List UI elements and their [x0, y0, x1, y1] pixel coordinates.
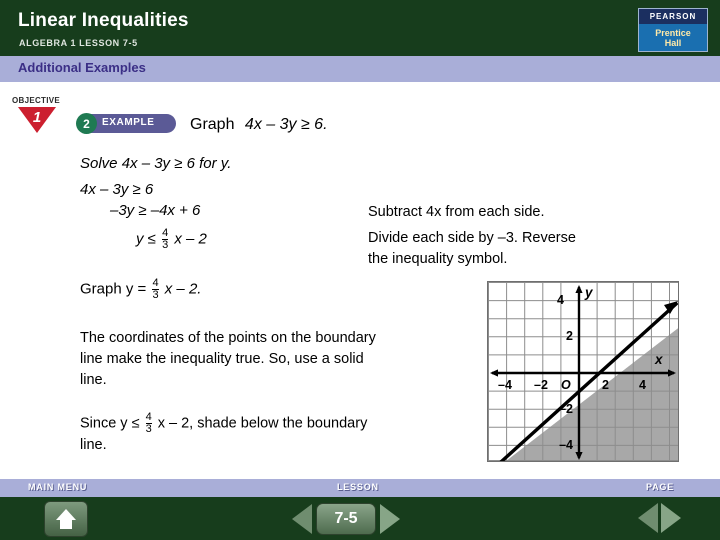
page-previous-arrow-icon[interactable] [638, 503, 658, 533]
step-3-fraction-denominator: 3 [162, 239, 169, 251]
band-label: Additional Examples [18, 60, 146, 75]
step-3-math-pre: y ≤ [136, 230, 156, 248]
paragraph-1-line-2: line make the inequality true. So, use a… [80, 351, 364, 367]
shaded-region [488, 328, 678, 461]
lesson-navigation: 7-5 [292, 503, 400, 535]
example-label: EXAMPLE [102, 117, 155, 128]
y-tick--2: –2 [559, 402, 573, 416]
logo-line-2: Hall [664, 37, 682, 48]
x-tick--4: –4 [498, 378, 512, 392]
paragraph-2-fraction: 4 3 [145, 411, 152, 435]
y-axis-label: y [584, 285, 594, 300]
pearson-prentice-hall-logo: PEARSON Prentice Hall [638, 8, 708, 52]
prompt-inequality: 4x – 3y ≥ 6. [244, 116, 328, 133]
paragraph-1-line-3: line. [80, 372, 107, 388]
slide-header: Linear Inequalities ALGEBRA 1 LESSON 7-5… [0, 0, 720, 56]
step-3-math: y ≤ 4 3 x – 2 [136, 228, 207, 251]
y-tick-2: 2 [566, 329, 573, 343]
step-3-fraction: 4 3 [162, 227, 169, 251]
step-3-fraction-numerator: 4 [162, 227, 169, 239]
coordinate-graph: –4 –2 2 4 4 2 –2 –4 O y x [487, 281, 679, 462]
objective-word: OBJECTIVE [12, 96, 61, 105]
lesson-next-arrow-icon[interactable] [380, 504, 400, 534]
main-menu-label: MAIN MENU [28, 482, 88, 492]
x-tick--2: –2 [534, 378, 548, 392]
paragraph-2-pre: Since y ≤ [80, 415, 140, 432]
lesson-label: LESSON [337, 482, 379, 492]
solve-line: Solve 4x – 3y ≥ 6 for y. [80, 155, 232, 172]
page-title: Linear Inequalities [18, 10, 189, 31]
main-menu-button[interactable] [44, 501, 88, 537]
footer-label-bar: MAIN MENU LESSON PAGE [0, 479, 720, 497]
step-2-math: –3y ≥ –4x + 6 [110, 202, 201, 219]
step-3-note-line-1: Divide each side by –3. Reverse [368, 230, 576, 246]
lesson-previous-arrow-icon[interactable] [292, 504, 312, 534]
paragraph-2-fraction-denominator: 3 [145, 423, 152, 435]
graph-instruction-fraction-denominator: 3 [152, 289, 159, 301]
page-label: PAGE [646, 482, 675, 492]
paragraph-shade-below: Since y ≤ 4 3 x – 2, shade below the bou… [80, 412, 480, 456]
example-badge: 2 EXAMPLE [76, 113, 176, 134]
paragraph-1-line-1: The coordinates of the points on the bou… [80, 330, 376, 346]
page-subtitle: ALGEBRA 1 LESSON 7-5 [19, 38, 138, 48]
graph-instruction-pre: Graph y = [80, 280, 147, 298]
y-tick--4: –4 [559, 438, 573, 452]
slide: Linear Inequalities ALGEBRA 1 LESSON 7-5… [0, 0, 720, 540]
logo-line-1: Prentice [655, 27, 691, 38]
paragraph-2-line-1: Since y ≤ 4 3 x – 2, shade below the bou… [80, 412, 480, 435]
prompt-line: Graph 4x – 3y ≥ 6. [190, 116, 328, 134]
home-arrow-stem-icon [60, 519, 72, 529]
origin-label: O [561, 378, 571, 392]
objective-number: 1 [32, 108, 42, 126]
step-2-note: Subtract 4x from each side. [368, 204, 545, 220]
logo-pearson-text: PEARSON [639, 9, 707, 24]
objective-badge: OBJECTIVE 1 [6, 96, 72, 142]
graph-instruction: Graph y = 4 3 x – 2. [80, 278, 201, 301]
step-3-math-post: x – 2 [174, 230, 207, 248]
example-number: 2 [76, 113, 97, 134]
paragraph-2-post: x – 2, shade below the boundary [157, 415, 368, 432]
x-tick-4: 4 [639, 378, 646, 392]
prompt-graph-word: Graph [190, 116, 235, 133]
graph-instruction-post: x – 2. [164, 280, 202, 298]
page-next-arrow-icon[interactable] [661, 503, 681, 533]
step-3-note-line-2: the inequality symbol. [368, 251, 508, 267]
logo-prentice-hall-text: Prentice Hall [639, 24, 707, 51]
paragraph-boundary-line: The coordinates of the points on the bou… [80, 328, 480, 391]
y-tick-4: 4 [557, 293, 564, 307]
lesson-number-chip[interactable]: 7-5 [316, 503, 376, 535]
graph-instruction-fraction-numerator: 4 [152, 277, 159, 289]
page-navigation [638, 503, 681, 533]
step-1-math: 4x – 3y ≥ 6 [80, 181, 154, 198]
graph-svg: –4 –2 2 4 4 2 –2 –4 O y x [488, 282, 678, 461]
x-axis-label: x [654, 352, 663, 367]
x-tick-2: 2 [602, 378, 609, 392]
paragraph-2-line-2: line. [80, 437, 107, 453]
graph-instruction-fraction: 4 3 [152, 277, 159, 301]
additional-examples-band: Additional Examples [0, 56, 720, 84]
paragraph-2-fraction-numerator: 4 [145, 411, 152, 423]
